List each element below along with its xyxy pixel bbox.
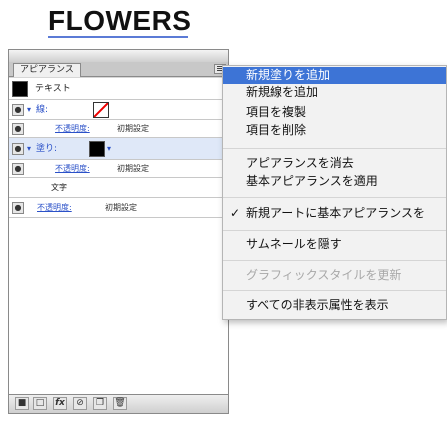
appearance-panel: アピアランス テキスト ● ▾ 線: ● 不透明度: 初期設定 ● ▾ 塗り: … (8, 49, 229, 414)
object-opacity-label[interactable]: 不透明度: (37, 203, 72, 213)
menu-add-new-fill[interactable]: 新規塗りを追加 (223, 67, 446, 84)
menu-item-label: サムネールを隠す (246, 237, 342, 251)
menu-item-label: 新規アートに基本アピアランスを (246, 206, 426, 220)
fill-swatch-black[interactable] (89, 141, 105, 157)
fill-label[interactable]: 塗り: (36, 143, 57, 155)
disclosure-triangle-icon[interactable]: ▾ (27, 144, 31, 154)
check-icon: ✓ (230, 206, 241, 220)
panel-bottom-toolbar: ■ □ fx ⊘ ❐ 🗑 (9, 394, 228, 413)
menu-separator (223, 290, 446, 291)
stroke-opacity-label[interactable]: 不透明度: (55, 124, 90, 134)
menu-item-label: アピアランスを消去 (246, 156, 354, 170)
menu-new-art-basic-appearance[interactable]: ✓ 新規アートに基本アピアランスを (223, 205, 446, 222)
characters-row[interactable]: 文字 (9, 178, 228, 198)
fx-icon[interactable]: fx (53, 397, 67, 410)
stroke-row[interactable]: ● ▾ 線: (9, 100, 228, 120)
menu-item-label: すべての非表示属性を表示 (246, 298, 389, 312)
stroke-swatch-none[interactable] (93, 102, 109, 118)
menu-separator (223, 197, 446, 198)
visibility-eye-icon[interactable]: ● (12, 104, 24, 116)
characters-label: 文字 (51, 183, 67, 192)
appearance-flyout-menu: 新規塗りを追加 新規線を追加 項目を複製 項目を削除 アピアランスを消去 基本ア… (222, 65, 447, 320)
swatch-dropdown-icon[interactable]: ▾ (107, 144, 111, 154)
visibility-eye-icon[interactable]: ● (12, 163, 24, 175)
visibility-eye-icon[interactable]: ● (12, 202, 24, 214)
clear-icon[interactable]: ⊘ (73, 397, 87, 410)
fill-opacity-value: 初期設定 (117, 164, 149, 173)
menu-redefine-graphic-style: グラフィックスタイルを更新 (223, 267, 446, 284)
menu-hide-thumbnail[interactable]: サムネールを隠す (223, 236, 446, 253)
menu-remove-item[interactable]: 項目を削除 (223, 122, 446, 139)
object-thumbnail (12, 81, 28, 97)
menu-item-label: 基本アピアランスを適用 (246, 174, 378, 188)
title-selection-underline (48, 36, 188, 38)
trash-icon[interactable]: 🗑 (113, 397, 127, 410)
panel-body: テキスト ● ▾ 線: ● 不透明度: 初期設定 ● ▾ 塗り: ▾ ● 不透明… (9, 78, 228, 395)
menu-clear-appearance[interactable]: アピアランスを消去 (223, 155, 446, 172)
visibility-eye-icon[interactable]: ● (12, 143, 24, 155)
menu-item-label: 新規塗りを追加 (246, 68, 331, 82)
fill-row[interactable]: ● ▾ 塗り: ▾ (9, 138, 228, 160)
new-art-icon[interactable]: □ (33, 397, 47, 410)
object-opacity-row[interactable]: ● 不透明度: 初期設定 (9, 198, 228, 218)
visibility-eye-icon[interactable]: ● (12, 123, 24, 135)
menu-separator (223, 230, 446, 231)
fill-opacity-label[interactable]: 不透明度: (55, 164, 90, 174)
fill-opacity-row[interactable]: ● 不透明度: 初期設定 (9, 160, 228, 178)
disclosure-triangle-icon[interactable]: ▾ (27, 105, 31, 115)
stroke-opacity-row[interactable]: ● 不透明度: 初期設定 (9, 120, 228, 138)
document-title: FLOWERS (48, 5, 192, 36)
object-row[interactable]: テキスト (9, 78, 228, 100)
tab-appearance[interactable]: アピアランス (13, 63, 81, 77)
menu-separator (223, 260, 446, 261)
stroke-opacity-value: 初期設定 (117, 124, 149, 133)
square-icon[interactable]: ■ (15, 397, 29, 410)
object-opacity-value: 初期設定 (105, 203, 137, 212)
object-label: テキスト (35, 84, 71, 94)
menu-item-label: 新規線を追加 (246, 85, 319, 99)
menu-item-label: グラフィックスタイルを更新 (246, 268, 402, 282)
panel-tab-row: アピアランス (9, 62, 228, 77)
menu-separator (223, 148, 446, 149)
menu-item-label: 項目を削除 (246, 123, 307, 137)
menu-reduce-to-basic-appearance[interactable]: 基本アピアランスを適用 (223, 173, 446, 190)
menu-duplicate-item[interactable]: 項目を複製 (223, 104, 446, 121)
menu-add-new-stroke[interactable]: 新規線を追加 (223, 84, 446, 101)
menu-item-label: 項目を複製 (246, 105, 307, 119)
menu-show-all-hidden-attributes[interactable]: すべての非表示属性を表示 (223, 297, 446, 314)
duplicate-icon[interactable]: ❐ (93, 397, 107, 410)
stroke-label[interactable]: 線: (36, 104, 48, 116)
